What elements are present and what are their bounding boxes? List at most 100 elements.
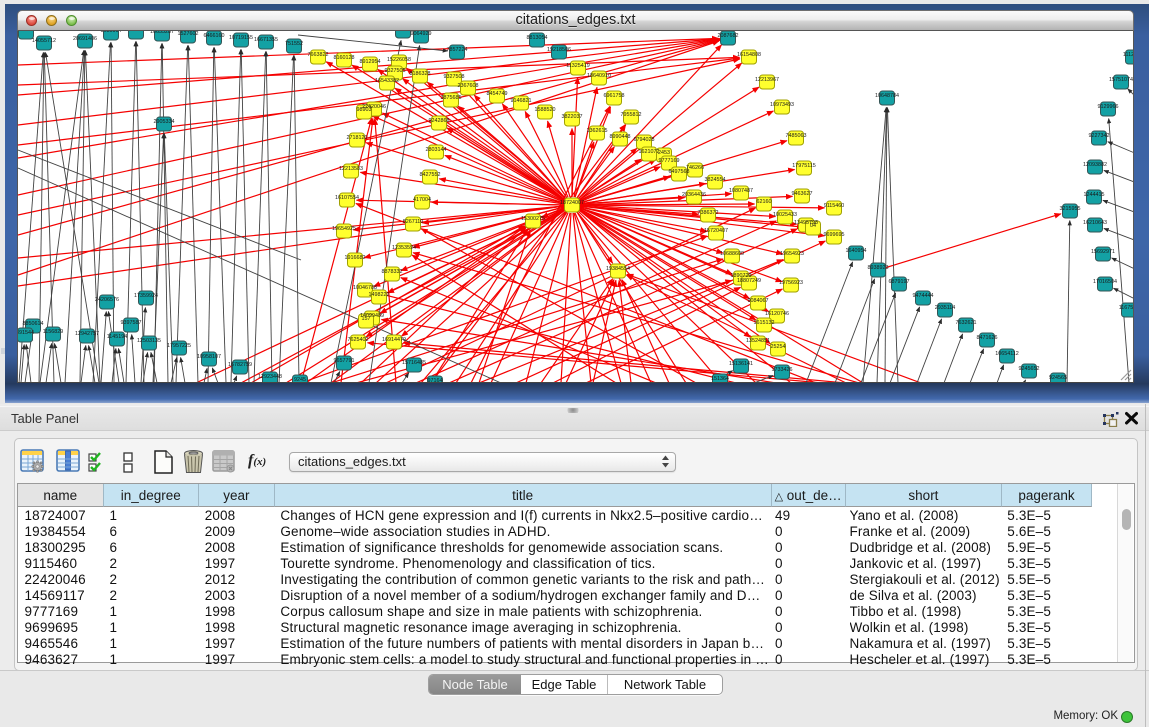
svg-text:9245: 9245 xyxy=(294,377,306,383)
svg-text:2718120: 2718120 xyxy=(347,135,368,141)
svg-text:8938923: 8938923 xyxy=(868,265,889,271)
svg-text:19218506: 19218506 xyxy=(547,47,571,53)
svg-text:9227342: 9227342 xyxy=(1089,133,1110,139)
svg-text:9245652: 9245652 xyxy=(1019,366,1040,372)
svg-text:1112954: 1112954 xyxy=(1123,52,1134,58)
svg-text:8912954: 8912954 xyxy=(360,59,381,65)
svg-text:9327508: 9327508 xyxy=(444,74,465,80)
svg-text:20364436: 20364436 xyxy=(682,192,706,198)
svg-text:9397587: 9397587 xyxy=(121,320,142,326)
svg-text:9084067: 9084067 xyxy=(748,298,769,304)
svg-text:1621072: 1621072 xyxy=(639,149,660,155)
svg-text:6879197: 6879197 xyxy=(889,279,910,285)
svg-text:15300275: 15300275 xyxy=(521,216,545,222)
svg-text:97164: 97164 xyxy=(428,378,443,383)
svg-text:18724007: 18724007 xyxy=(560,200,584,206)
svg-text:151364: 151364 xyxy=(711,376,729,382)
svg-text:19654925: 19654925 xyxy=(332,226,356,232)
svg-text:1733426: 1733426 xyxy=(772,367,793,373)
svg-text:24206576: 24206576 xyxy=(95,297,119,303)
svg-text:10958107: 10958107 xyxy=(197,354,221,360)
svg-text:10654112: 10654112 xyxy=(995,351,1019,357)
svg-text:9777169: 9777169 xyxy=(659,158,680,164)
svg-text:417004: 417004 xyxy=(413,197,431,203)
svg-text:10807487: 10807487 xyxy=(729,188,753,194)
svg-text:12213967: 12213967 xyxy=(755,77,779,83)
svg-text:16914479: 16914479 xyxy=(382,337,406,343)
svg-text:10046788: 10046788 xyxy=(353,285,377,291)
svg-text:8186328: 8186328 xyxy=(410,71,431,77)
svg-text:7485063: 7485063 xyxy=(786,133,807,139)
svg-text:9146821: 9146821 xyxy=(511,98,532,104)
svg-text:98903: 98903 xyxy=(357,107,372,113)
svg-text:10688609: 10688609 xyxy=(720,251,744,257)
svg-text:16671355: 16671355 xyxy=(254,37,278,43)
svg-text:19384554: 19384554 xyxy=(606,266,630,272)
svg-text:157: 157 xyxy=(362,316,371,322)
svg-text:16154808: 16154808 xyxy=(737,52,761,58)
svg-text:8850614: 8850614 xyxy=(23,321,44,327)
svg-text:10648784: 10648784 xyxy=(875,93,899,99)
svg-text:1615132: 1615132 xyxy=(754,320,775,326)
svg-text:16543382: 16543382 xyxy=(375,78,399,84)
svg-text:8427552: 8427552 xyxy=(420,172,441,178)
svg-text:15692971: 15692971 xyxy=(1091,249,1115,255)
svg-text:12942757: 12942757 xyxy=(75,331,99,337)
svg-text:8813054: 8813054 xyxy=(527,35,548,41)
svg-text:10655287: 10655287 xyxy=(150,31,174,35)
svg-text:2087682: 2087682 xyxy=(718,33,739,39)
svg-text:1527602: 1527602 xyxy=(178,31,199,37)
svg-text:1916682: 1916682 xyxy=(345,255,366,261)
svg-text:12353594: 12353594 xyxy=(392,245,416,251)
svg-text:8990448: 8990448 xyxy=(610,134,631,140)
svg-text:6794028: 6794028 xyxy=(634,137,655,143)
svg-text:9699695: 9699695 xyxy=(824,232,845,238)
svg-text:1362615: 1362615 xyxy=(587,128,608,134)
svg-text:7386372: 7386372 xyxy=(698,210,719,216)
svg-text:15136141: 15136141 xyxy=(729,361,753,367)
svg-text:9115460: 9115460 xyxy=(824,203,845,209)
svg-text:8454749: 8454749 xyxy=(487,91,508,97)
svg-text:1156829: 1156829 xyxy=(43,329,64,335)
svg-text:62160: 62160 xyxy=(757,199,772,205)
svg-text:17957225: 17957225 xyxy=(167,343,191,349)
svg-text:04: 04 xyxy=(810,223,816,229)
svg-text:391544: 391544 xyxy=(18,330,34,336)
svg-text:12923448: 12923448 xyxy=(258,374,282,380)
svg-text:8910733: 8910733 xyxy=(126,31,147,33)
svg-text:1588520: 1588520 xyxy=(535,107,556,113)
svg-text:1244415: 1244415 xyxy=(1084,192,1105,198)
svg-text:8471626: 8471626 xyxy=(977,335,998,341)
svg-text:2935114: 2935114 xyxy=(935,305,956,311)
svg-text:2453: 2453 xyxy=(658,150,670,156)
svg-text:1498222: 1498222 xyxy=(369,292,390,298)
svg-text:17975115: 17975115 xyxy=(792,163,816,169)
svg-text:11325419: 11325419 xyxy=(566,63,590,69)
svg-text:6497568: 6497568 xyxy=(669,169,690,175)
svg-text:25254: 25254 xyxy=(771,344,786,350)
svg-text:16782759: 16782759 xyxy=(228,362,252,368)
svg-text:10025433: 10025433 xyxy=(773,212,797,218)
svg-text:751552: 751552 xyxy=(285,41,303,47)
svg-text:13524851: 13524851 xyxy=(746,338,770,344)
svg-text:9463627: 9463627 xyxy=(792,191,813,197)
svg-text:9129966: 9129966 xyxy=(1098,104,1119,110)
svg-text:3822037: 3822037 xyxy=(562,114,583,120)
svg-text:15716485: 15716485 xyxy=(402,360,426,366)
svg-text:7625402: 7625402 xyxy=(348,337,369,343)
svg-text:8473341: 8473341 xyxy=(18,31,37,33)
svg-text:19756923: 19756923 xyxy=(779,280,803,286)
svg-text:14055712: 14055712 xyxy=(32,38,56,44)
svg-text:18807249: 18807249 xyxy=(737,278,761,284)
svg-text:7663822: 7663822 xyxy=(308,52,329,58)
svg-text:2905334: 2905334 xyxy=(154,119,175,125)
svg-text:19654923: 19654923 xyxy=(780,251,804,257)
svg-text:15720407: 15720407 xyxy=(704,228,728,234)
svg-text:15751074: 15751074 xyxy=(1109,77,1133,83)
svg-text:7632621: 7632621 xyxy=(956,320,977,326)
svg-text:2803144: 2803144 xyxy=(426,147,447,153)
svg-text:3215955: 3215955 xyxy=(1060,206,1081,212)
svg-text:1640954: 1640954 xyxy=(846,248,867,254)
svg-text:1167533: 1167533 xyxy=(1119,305,1134,311)
svg-text:8878332: 8878332 xyxy=(382,269,403,275)
